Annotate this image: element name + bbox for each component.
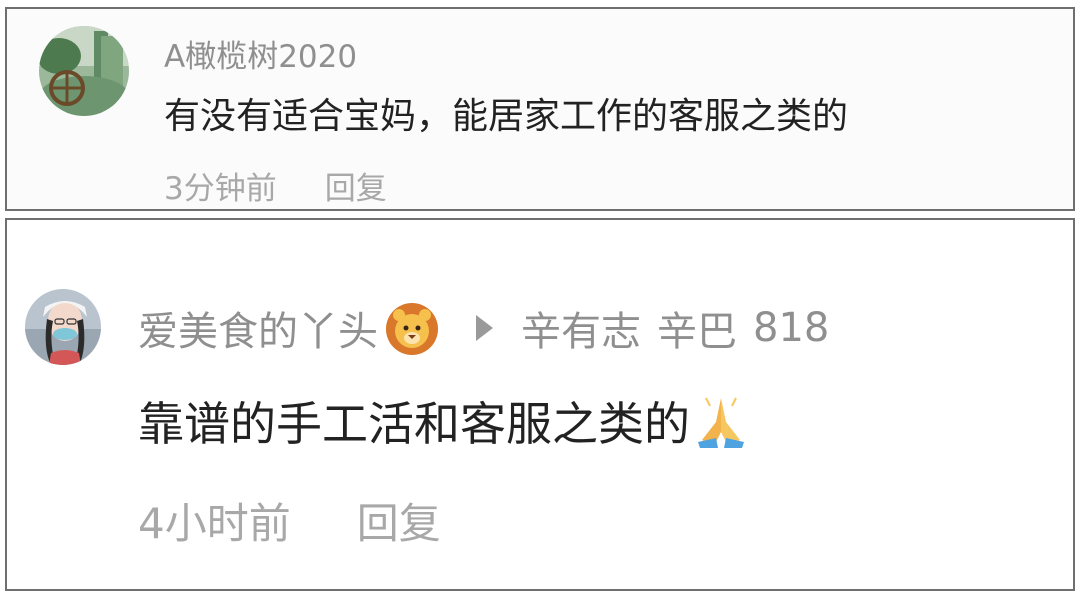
comment-text: 靠谱的手工活和客服之类的	[138, 397, 690, 451]
reply-button[interactable]: 回复	[325, 163, 387, 208]
username[interactable]: A橄榄树2020	[164, 31, 357, 76]
comment-text: 有没有适合宝妈，能居家工作的客服之类的	[164, 96, 849, 137]
reply-to-username[interactable]: 辛有志	[521, 299, 641, 357]
reply-to-username-part[interactable]: 辛巴	[657, 299, 737, 357]
lion-face-icon	[384, 300, 440, 356]
comment-meta: 4小时前 回复	[138, 490, 441, 551]
comment-card: A橄榄树2020 有没有适合宝妈，能居家工作的客服之类的 3分钟前 回复	[5, 7, 1075, 211]
avatar[interactable]	[39, 26, 129, 116]
reply-to-username-part[interactable]: 818	[753, 305, 829, 351]
folded-hands-icon	[692, 392, 750, 450]
username[interactable]: 爱美食的丫头	[138, 299, 378, 357]
comment-card: 爱美食的丫头 辛有志 辛巴 818 靠谱的手工活和客服之类的 4小时前 回复	[5, 218, 1075, 591]
avatar[interactable]	[25, 289, 101, 365]
timestamp: 3分钟前	[164, 171, 277, 207]
reply-header: 爱美食的丫头 辛有志 辛巴 818	[138, 299, 829, 357]
reply-button[interactable]: 回复	[357, 490, 441, 551]
timestamp: 4小时前	[138, 499, 291, 548]
reply-arrow-icon	[476, 315, 493, 341]
comment-text-row: 靠谱的手工活和客服之类的	[138, 388, 750, 454]
comment-meta: 3分钟前 回复	[164, 163, 387, 208]
